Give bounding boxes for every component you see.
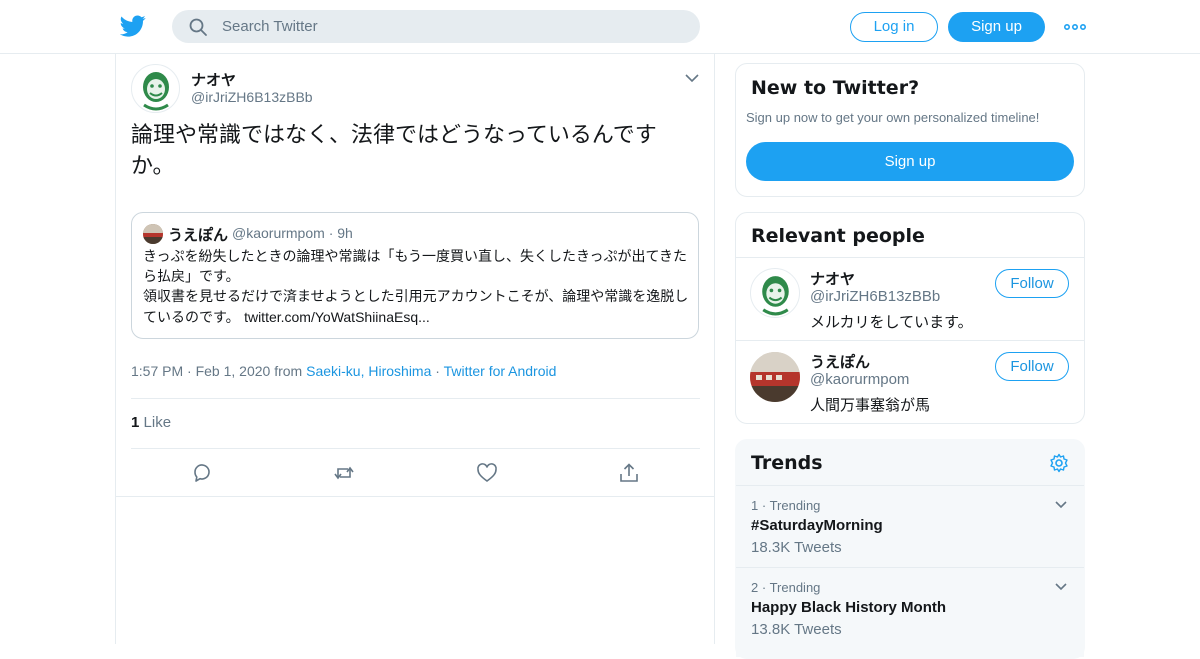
heart-icon[interactable]: [476, 462, 498, 484]
author-name[interactable]: ナオヤ: [191, 69, 236, 90]
reply-icon[interactable]: [191, 462, 213, 484]
chevron-down-icon[interactable]: [684, 72, 700, 84]
quoted-text-line1: きっぷを紛失したときの論理や常識は「もう一度買い直し、失くしたきっぷが出てきたら…: [143, 249, 688, 285]
trend-item[interactable]: 2 · Trending Happy Black History Month 1…: [736, 567, 1084, 657]
follow-button[interactable]: Follow: [995, 352, 1069, 381]
panel-title: New to Twitter?: [751, 77, 920, 99]
person-row[interactable]: ナオヤ @irJriZH6B13zBBb メルカリをしています。 Follow: [736, 257, 1084, 340]
author-handle[interactable]: @irJriZH6B13zBBb: [191, 89, 313, 105]
divider: [131, 448, 700, 449]
author-avatar[interactable]: [131, 64, 180, 113]
from-label: from: [274, 363, 303, 379]
quoted-author-name: うえぽん: [168, 226, 229, 244]
retweet-icon[interactable]: [333, 462, 355, 484]
quoted-link[interactable]: twitter.com/YoWatShiinaEsq...: [244, 309, 430, 325]
tweet-detail: ナオヤ @irJriZH6B13zBBb 論理や常識ではなく、法律ではどうなって…: [115, 54, 715, 644]
trend-label: Trending: [769, 580, 821, 595]
tweet-meta: 1:57 PM · Feb 1, 2020 from Saeki-ku, Hir…: [131, 363, 557, 379]
tweet-location[interactable]: Saeki-ku, Hiroshima: [306, 363, 431, 379]
person-handle[interactable]: @kaorurmpom: [810, 371, 909, 388]
panel-title: Relevant people: [751, 225, 925, 247]
twitter-bird-icon[interactable]: [120, 13, 146, 39]
new-to-twitter-panel: New to Twitter? Sign up now to get your …: [735, 63, 1085, 197]
divider: [116, 496, 714, 497]
sidebar-signup-button[interactable]: Sign up: [746, 142, 1074, 181]
person-name[interactable]: ナオヤ: [810, 268, 855, 289]
quoted-author-avatar: [143, 224, 163, 244]
trend-title[interactable]: Happy Black History Month: [751, 599, 946, 616]
login-button[interactable]: Log in: [850, 12, 938, 42]
panel-title: Trends: [751, 452, 823, 474]
dot-separator: ·: [328, 225, 338, 241]
settings-gear-icon[interactable]: [1049, 453, 1069, 473]
person-row[interactable]: うえぽん @kaorurmpom 人間万事塞翁が馬 Follow: [736, 340, 1084, 424]
tweet-time[interactable]: 1:57 PM: [131, 363, 183, 379]
person-name[interactable]: うえぽん: [810, 351, 870, 372]
trend-label: Trending: [769, 498, 821, 513]
like-label: Like: [143, 414, 172, 431]
avatar-image: [134, 67, 179, 112]
person-bio: 人間万事塞翁が馬: [810, 396, 931, 414]
relevant-people-panel: Relevant people ナオヤ @irJriZH6B13zBBb メルカ…: [735, 212, 1085, 424]
chevron-down-icon[interactable]: [1054, 500, 1068, 510]
person-bio: メルカリをしています。: [810, 313, 973, 331]
like-count[interactable]: 1 Like: [131, 414, 171, 431]
search-input[interactable]: [222, 10, 682, 43]
more-icon[interactable]: [1064, 17, 1086, 37]
trend-item[interactable]: 1 · Trending #SaturdayMorning 18.3K Twee…: [736, 485, 1084, 567]
divider: [131, 398, 700, 399]
panel-subtitle: Sign up now to get your own personalized…: [746, 110, 1040, 125]
share-icon[interactable]: [618, 462, 640, 484]
tweet-text: 論理や常識ではなく、法律ではどうなっているんですか。: [131, 123, 657, 179]
trend-rank: 1: [751, 498, 759, 513]
trend-rank: 2: [751, 580, 759, 595]
person-avatar[interactable]: [750, 352, 800, 402]
tweet-client[interactable]: Twitter for Android: [444, 363, 557, 379]
top-bar: Log in Sign up: [0, 0, 1200, 54]
follow-button[interactable]: Follow: [995, 269, 1069, 298]
search-icon: [189, 18, 207, 36]
quoted-tweet-age: 9h: [337, 225, 353, 241]
trends-panel: Trends 1 · Trending #SaturdayMorning 18.…: [735, 439, 1085, 659]
person-handle[interactable]: @irJriZH6B13zBBb: [810, 288, 940, 305]
quoted-tweet-text: きっぷを紛失したときの論理や常識は「もう一度買い直し、失くしたきっぷが出てきたら…: [143, 247, 691, 328]
like-count-number: 1: [131, 414, 140, 431]
trend-tweet-count: 18.3K Tweets: [751, 539, 842, 556]
search-bar: [172, 10, 700, 43]
person-avatar[interactable]: [750, 268, 800, 318]
quoted-author-handle: @kaorurmpom: [232, 225, 325, 241]
trend-title[interactable]: #SaturdayMorning: [751, 517, 883, 534]
tweet-date[interactable]: Feb 1, 2020: [196, 363, 271, 379]
quoted-tweet[interactable]: うえぽん @kaorurmpom · 9h きっぷを紛失したときの論理や常識は「…: [131, 212, 699, 339]
signup-button[interactable]: Sign up: [948, 12, 1045, 42]
chevron-down-icon[interactable]: [1054, 582, 1068, 592]
